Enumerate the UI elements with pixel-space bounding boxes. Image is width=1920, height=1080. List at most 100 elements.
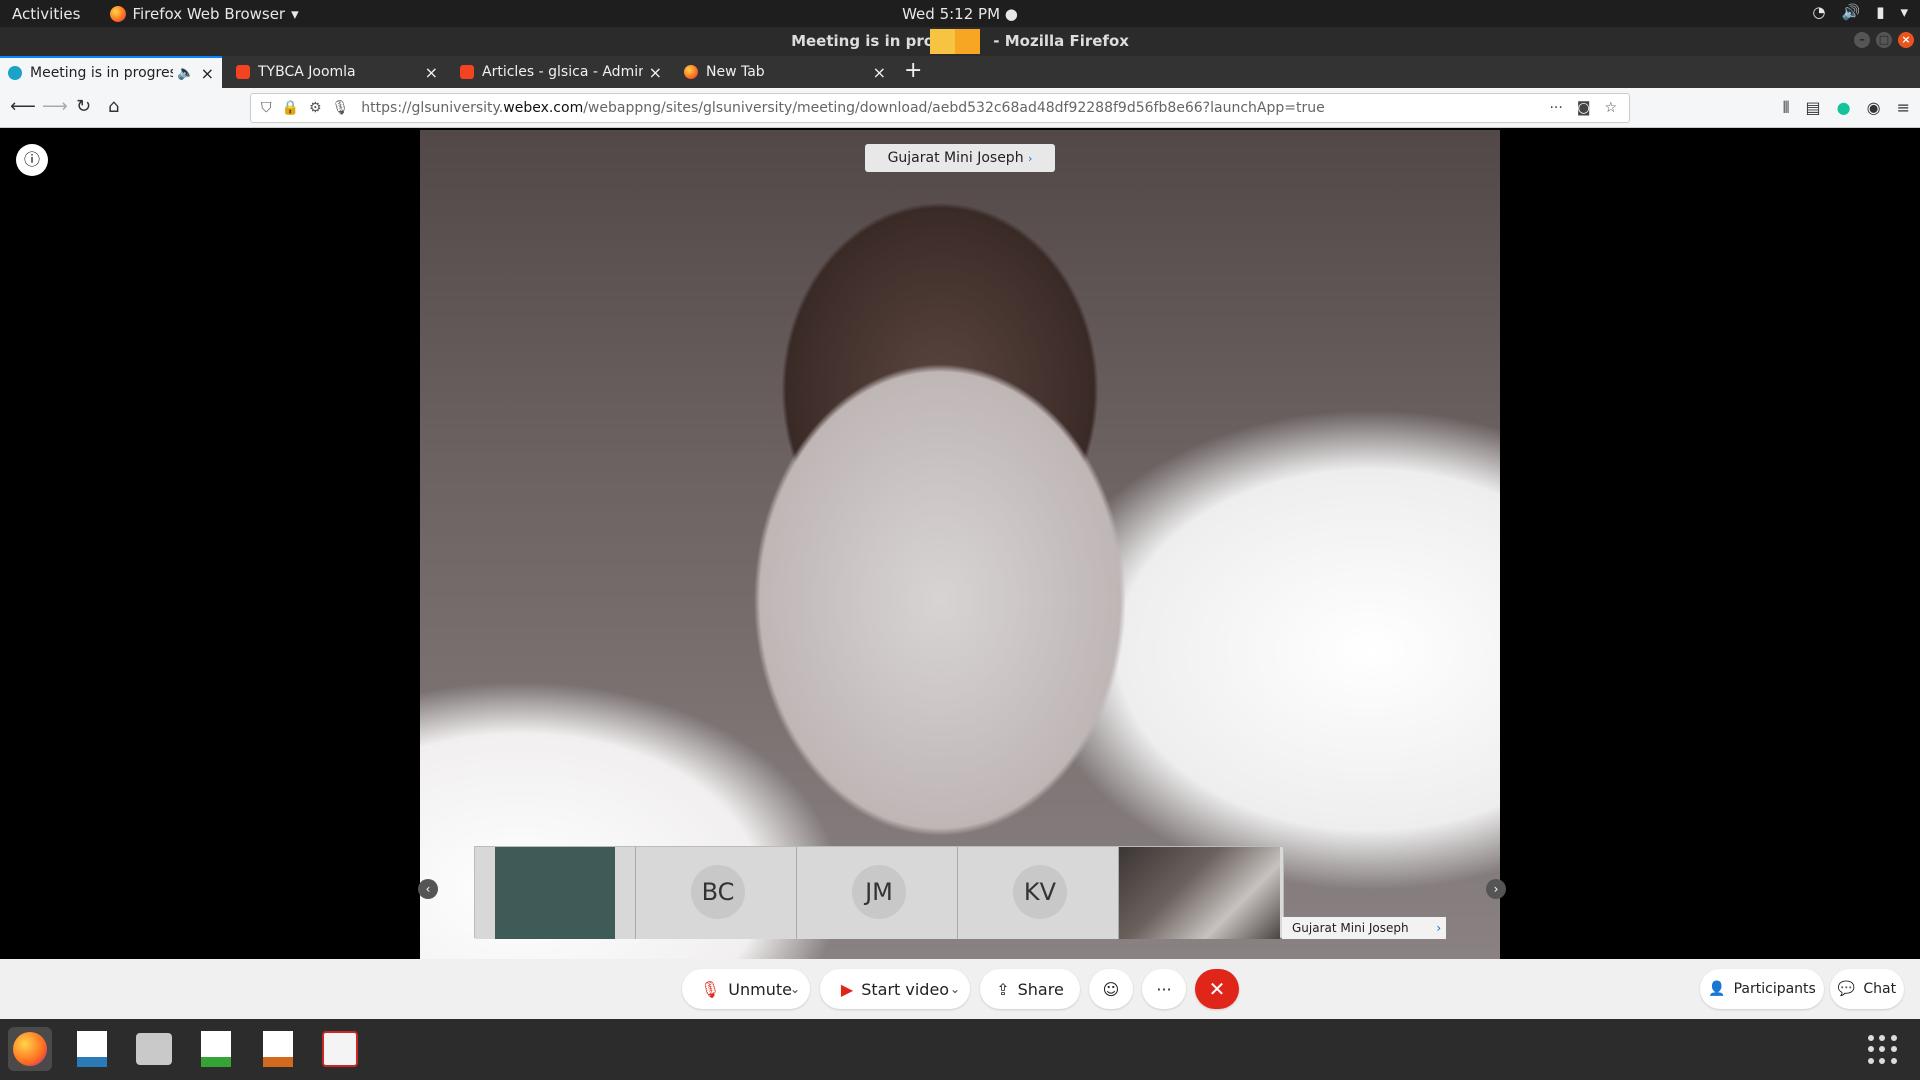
chevron-down-icon: ▾ xyxy=(291,4,299,23)
tab-bar: Meeting is in progress 🔈 × TYBCA Joomla … xyxy=(0,56,1920,88)
microphone-icon xyxy=(955,29,980,54)
participant-strip: BC JM KV xyxy=(474,846,1284,939)
smiley-icon: ☺ xyxy=(1102,979,1120,999)
library-icon[interactable]: ⫴ xyxy=(1783,98,1790,118)
share-button[interactable]: ⇪ Share xyxy=(980,969,1080,1009)
bookmark-star-icon[interactable]: ☆ xyxy=(1604,100,1617,116)
reload-button[interactable]: ↻ xyxy=(76,96,91,117)
participant-thumbnail[interactable] xyxy=(1119,847,1280,939)
navigation-bar: ⟵ ⟶ ↻ ⌂ ⛉ 🔒 ⚙ 🎙 https://glsuniversity.we… xyxy=(0,88,1920,128)
chevron-right-icon[interactable]: › xyxy=(1486,879,1506,899)
system-top-bar: Activities Firefox Web Browser ▾ Wed 5:1… xyxy=(0,0,1920,27)
url-text[interactable]: https://glsuniversity.webex.com/webappng… xyxy=(361,100,1549,116)
unmute-button[interactable]: 🎙 Unmute ⌄ xyxy=(682,969,810,1009)
tab-meeting[interactable]: Meeting is in progress 🔈 × xyxy=(0,56,222,88)
tab-tybca-joomla[interactable]: TYBCA Joomla × xyxy=(228,56,446,88)
firefox-icon xyxy=(13,1032,47,1066)
self-view-name[interactable]: Gujarat Mini Joseph › xyxy=(1282,917,1446,939)
system-tray[interactable]: ◔ 🔊 ▮ ▾ xyxy=(1812,3,1908,21)
tab-label: New Tab xyxy=(706,64,765,80)
participant-thumbnail[interactable]: KV xyxy=(958,847,1119,939)
avatar: KV xyxy=(1013,865,1067,919)
microphone-muted-icon: 🎙 xyxy=(699,979,721,999)
close-icon[interactable]: × xyxy=(1898,32,1914,48)
forward-button[interactable]: ⟶ xyxy=(42,96,68,117)
tab-label: Meeting is in progress xyxy=(30,65,174,81)
tab-label: TYBCA Joomla xyxy=(258,64,356,80)
reactions-button[interactable]: ☺ xyxy=(1089,969,1133,1009)
participant-thumbnail[interactable] xyxy=(475,847,636,939)
permissions-icon[interactable]: ⚙ xyxy=(309,100,322,116)
new-tab-button[interactable]: + xyxy=(904,58,922,83)
chevron-down-icon[interactable]: ⌄ xyxy=(950,982,960,996)
taskbar-dock xyxy=(0,1019,1920,1080)
pocket-icon[interactable]: ◙ xyxy=(1577,100,1591,116)
impress-icon xyxy=(263,1031,293,1067)
close-icon[interactable]: × xyxy=(649,63,662,82)
info-icon[interactable]: ⓘ xyxy=(16,144,48,176)
joomla-icon xyxy=(460,65,474,79)
tab-articles[interactable]: Articles - glsica - Administration × xyxy=(452,56,670,88)
writer-icon xyxy=(77,1031,107,1067)
chevron-left-icon[interactable]: ‹ xyxy=(418,879,438,899)
video-off-icon: ▶ xyxy=(840,979,854,999)
activities-button[interactable]: Activities xyxy=(12,5,80,23)
avatar: BC xyxy=(691,865,745,919)
hamburger-menu-icon[interactable]: ≡ xyxy=(1897,98,1910,118)
home-button[interactable]: ⌂ xyxy=(108,96,119,117)
tab-label: Articles - glsica - Administration xyxy=(482,64,643,80)
participant-thumbnail[interactable]: JM xyxy=(797,847,958,939)
maximize-icon[interactable]: □ xyxy=(1876,32,1892,48)
avatar: JM xyxy=(852,865,906,919)
chevron-down-icon: ▾ xyxy=(1900,3,1908,21)
participants-button[interactable]: 👤 Participants xyxy=(1700,969,1824,1009)
sidebar-icon[interactable]: ▤ xyxy=(1806,98,1821,118)
meeting-stage: ⓘ Gujarat Mini Joseph › ‹ BC JM KV Gujar… xyxy=(0,128,1920,960)
app-menu-label: Firefox Web Browser xyxy=(132,4,286,23)
active-speaker-name[interactable]: Gujarat Mini Joseph › xyxy=(865,144,1055,172)
address-bar[interactable]: ⛉ 🔒 ⚙ 🎙 https://glsuniversity.webex.com/… xyxy=(250,93,1630,123)
dock-calc[interactable] xyxy=(194,1027,238,1071)
close-icon: ✕ xyxy=(1208,977,1226,1001)
grammarly-icon[interactable]: ● xyxy=(1837,98,1851,118)
sharing-indicator[interactable] xyxy=(930,29,980,54)
back-button[interactable]: ⟵ xyxy=(10,96,36,117)
participant-thumbnail[interactable]: BC xyxy=(636,847,797,939)
joomla-icon xyxy=(236,65,250,79)
share-icon: ⇪ xyxy=(996,979,1010,999)
chat-icon: 💬 xyxy=(1837,981,1856,997)
start-video-button[interactable]: ▶ Start video ⌄ xyxy=(820,969,970,1009)
volume-icon: 🔊 xyxy=(1841,3,1861,21)
window-title-bar: Meeting is in pro - Mozilla Firefox – □ … xyxy=(0,27,1920,56)
dock-impress[interactable] xyxy=(256,1027,300,1071)
more-options-button[interactable]: ··· xyxy=(1142,969,1186,1009)
dock-evince[interactable] xyxy=(318,1027,362,1071)
dock-writer[interactable] xyxy=(70,1027,114,1071)
document-viewer-icon xyxy=(322,1031,358,1067)
close-icon[interactable]: × xyxy=(201,64,214,83)
window-controls: – □ × xyxy=(1854,32,1914,48)
participants-icon: 👤 xyxy=(1708,981,1726,997)
chevron-down-icon[interactable]: ⌄ xyxy=(790,982,800,996)
dock-firefox[interactable] xyxy=(8,1027,52,1071)
minimize-icon[interactable]: – xyxy=(1854,32,1870,48)
lock-icon[interactable]: 🔒 xyxy=(282,100,299,116)
account-icon[interactable]: ◉ xyxy=(1867,98,1881,118)
dock-files[interactable] xyxy=(132,1027,176,1071)
speaker-icon[interactable]: 🔈 xyxy=(177,65,194,81)
meeting-controls: 🎙 Unmute ⌄ ▶ Start video ⌄ ⇪ Share ☺ ···… xyxy=(0,959,1920,1019)
firefox-icon xyxy=(684,65,698,79)
tab-new-tab[interactable]: New Tab × xyxy=(676,56,894,88)
battery-icon: ▮ xyxy=(1876,3,1885,21)
close-icon[interactable]: × xyxy=(873,63,886,82)
show-applications-icon[interactable] xyxy=(1868,1035,1898,1065)
end-meeting-button[interactable]: ✕ xyxy=(1195,969,1239,1009)
close-icon[interactable]: × xyxy=(425,63,438,82)
microphone-icon[interactable]: 🎙 xyxy=(332,100,350,116)
page-actions-icon[interactable]: ··· xyxy=(1549,100,1562,116)
app-menu[interactable]: Firefox Web Browser ▾ xyxy=(110,4,299,23)
chat-button[interactable]: 💬 Chat xyxy=(1830,969,1904,1009)
firefox-icon xyxy=(930,29,955,54)
active-speaker-video xyxy=(420,130,1500,960)
shield-icon[interactable]: ⛉ xyxy=(261,100,272,116)
